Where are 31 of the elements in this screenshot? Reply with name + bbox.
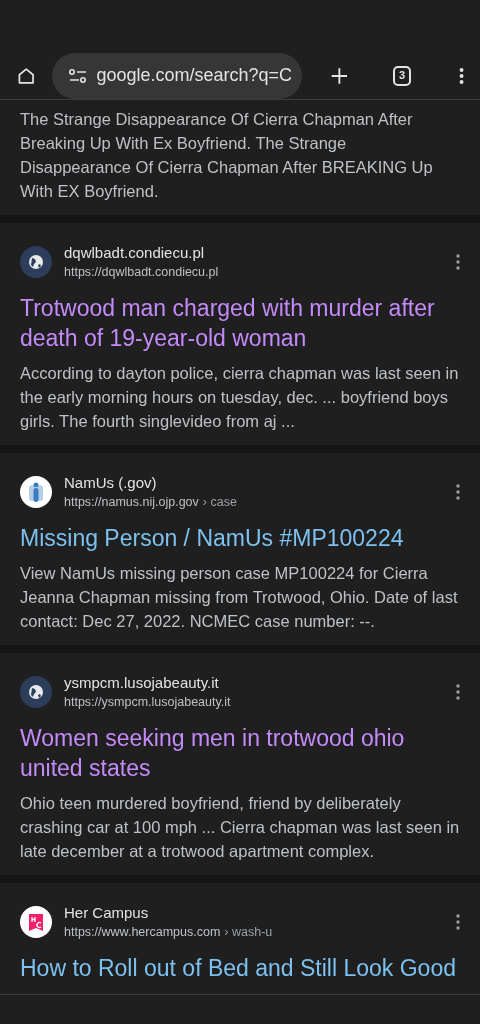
site-name: NamUs (.gov) (64, 473, 158, 493)
more-options-icon[interactable] (456, 914, 460, 930)
menu-icon[interactable] (458, 65, 464, 86)
result-snippet: According to dayton police, cierra chapman was last seen in the early morning hours on tuesday, dec. ... boyfriend boys girls. The fourth singlevideo from aj ... (20, 363, 460, 432)
person-icon (20, 476, 52, 508)
address-bar[interactable]: google.com/search?q=C (52, 52, 303, 99)
globe-icon (20, 246, 52, 278)
tab-count-button[interactable]: 3 (393, 65, 411, 86)
more-options-icon[interactable] (456, 684, 460, 700)
result-snippet: The Strange Disappearance Of Cierra Chapman After Breaking Up With Ex Boyfriend. The Strange Disappearance Of Cierra Chapman After BREAKING Up With EX Boyfriend. (20, 109, 434, 202)
result-url: https://namus.nij.ojp.gov (64, 494, 199, 511)
more-options-icon[interactable] (456, 254, 460, 270)
address-text: google.com/search?q=C (96, 64, 293, 87)
result-title-link[interactable]: Trotwood man charged with murder after death of 19-year-old woman (20, 293, 460, 353)
result-url: https://www.hercampus.com (64, 924, 221, 941)
site-name: ysmpcm.lusojabeauty.it (64, 673, 220, 693)
result-title-link[interactable]: How to Roll out of Bed and Still Look Good (20, 953, 460, 983)
url-path: › wash-u (224, 924, 273, 941)
result-snippet: Ohio teen murdered boyfriend, friend by deliberately crashing car at 100 mph ... Cierra chapman was last seen in late december at a trotwood apartment complex. (20, 793, 460, 862)
more-options-icon[interactable] (456, 484, 460, 500)
result-url: https://ysmpcm.lusojabeauty.it (64, 694, 231, 711)
site-name: Her Campus (64, 903, 150, 923)
url-path: › case (202, 494, 237, 511)
site-name: dqwlbadt.condiecu.pl (64, 243, 206, 263)
result-snippet: View NamUs missing person case MP100224 for Cierra Jeanna Chapman missing from Trotwood, Ohio. Date of last contact: Dec 27, 2022. NCMEC case number: --. (20, 563, 459, 632)
result-url: https://dqwlbadt.condiecu.pl (64, 264, 219, 281)
site-settings-icon[interactable] (68, 67, 89, 84)
result-title-link[interactable]: Women seeking men in trotwood ohio united states (20, 723, 460, 783)
result-title-link[interactable]: Missing Person / NamUs #MP100224 (20, 523, 460, 553)
bookmark-logo-icon (20, 906, 52, 938)
globe-icon (20, 676, 52, 708)
